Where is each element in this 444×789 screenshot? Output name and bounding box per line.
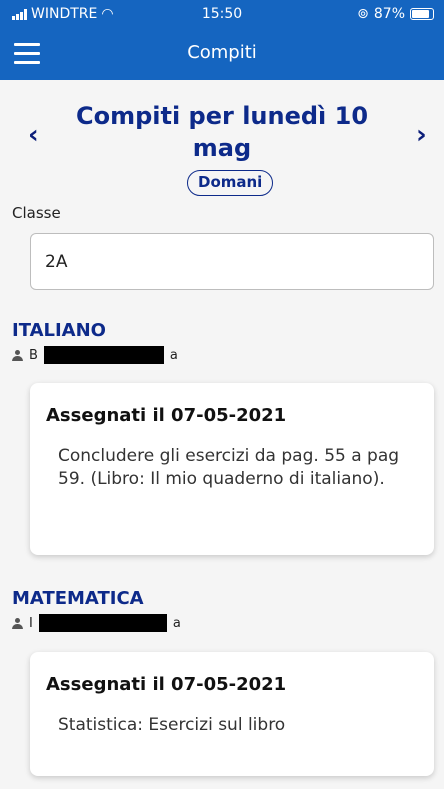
app-title: Compiti	[187, 42, 257, 63]
homework-text: Concludere gli esercizi da pag. 55 a pag…	[58, 446, 400, 489]
status-right: ⊚ 87%	[357, 6, 434, 22]
chevron-left-icon[interactable]: ‹	[28, 120, 39, 150]
teacher-suffix: a	[172, 615, 181, 631]
subject-title-matematica: MATEMATICA	[12, 588, 144, 609]
homework-card-matematica[interactable]: Assegnati il 07-05-2021 Statistica: Eser…	[30, 652, 434, 776]
orientation-lock-icon: ⊚	[357, 6, 369, 22]
battery-percent: 87%	[373, 6, 405, 22]
class-label: Classe	[12, 204, 61, 222]
assigned-date: Assegnati il 07-05-2021	[46, 674, 287, 695]
class-input[interactable]	[30, 233, 434, 290]
chevron-right-icon[interactable]: ›	[416, 120, 427, 150]
redacted-teacher-name	[38, 614, 167, 632]
page-title: Compiti per lunedì 10 mag	[75, 102, 369, 162]
status-bar: WINDTRE ◠ 15:50 ⊚ 87%	[0, 0, 444, 28]
teacher-row-matematica: I a	[12, 614, 181, 632]
teacher-initial: B	[29, 347, 38, 363]
redacted-teacher-name	[43, 346, 164, 364]
homework-card-italiano[interactable]: Assegnati il 07-05-2021 Concludere gli e…	[30, 383, 434, 555]
teacher-row-italiano: B a	[12, 346, 178, 364]
person-icon	[12, 617, 23, 629]
teacher-initial: I	[29, 615, 33, 631]
battery-level-fill	[412, 10, 430, 18]
person-icon	[12, 349, 23, 361]
assigned-date: Assegnati il 07-05-2021	[46, 405, 287, 426]
homework-text: Statistica: Esercizi sul libro	[58, 715, 286, 735]
day-badge[interactable]: Domani	[187, 170, 274, 196]
app-bar: Compiti	[0, 28, 444, 80]
battery-icon	[410, 8, 434, 20]
subject-title-italiano: ITALIANO	[12, 320, 106, 341]
teacher-suffix: a	[169, 347, 178, 363]
